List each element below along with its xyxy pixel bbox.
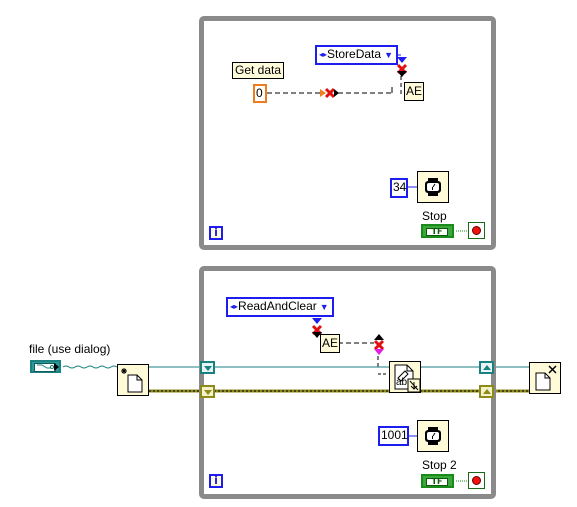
open-create-file-function[interactable]: [117, 364, 149, 396]
open-create-file-icon: [121, 368, 143, 393]
increment-arrows-icon: ◂▸: [230, 302, 239, 311]
loop-condition-terminal-bottom[interactable]: [468, 472, 485, 489]
wire-path[interactable]: [62, 365, 118, 369]
enum-value: ReadAndClear: [238, 299, 317, 313]
stop-2-boolean-control[interactable]: TF: [421, 474, 454, 488]
write-text-label: ab: [396, 377, 408, 388]
shift-register-right-error[interactable]: [479, 385, 494, 398]
broken-wire-icon: [324, 87, 339, 99]
ae-subvi-top[interactable]: AE: [404, 82, 425, 101]
broken-terminal-magenta-icon: [373, 334, 385, 355]
stop-label: Stop: [422, 209, 447, 223]
dropdown-arrow-icon[interactable]: ▼: [384, 50, 393, 60]
iteration-terminal-bottom: i: [209, 474, 223, 488]
path-icon: [37, 364, 54, 369]
wait-ms-icon: [425, 427, 441, 445]
tf-indicator: TF: [426, 478, 448, 486]
write-text-file-function[interactable]: ab: [389, 361, 421, 393]
file-control-label: file (use dialog): [29, 342, 111, 356]
enum-value: StoreData: [327, 47, 382, 61]
stop-boolean-control[interactable]: TF: [421, 224, 454, 238]
output-arrow-icon: [54, 363, 59, 371]
dropdown-arrow-icon[interactable]: ▼: [320, 302, 329, 312]
wait-ms-function-bottom[interactable]: [417, 420, 449, 452]
get-data-label: Get data: [232, 62, 285, 79]
shift-register-left-error[interactable]: [200, 385, 215, 398]
stop-if-true-icon: [472, 476, 481, 485]
ae-subvi-bottom[interactable]: AE: [320, 334, 341, 353]
shift-register-right-refnum[interactable]: [479, 361, 494, 374]
wait-ms-function-top[interactable]: [417, 171, 449, 203]
file-path-control[interactable]: [30, 360, 61, 373]
shift-register-left-refnum[interactable]: [200, 361, 215, 374]
close-file-icon: [535, 365, 557, 391]
stop-if-true-icon: [472, 226, 481, 235]
iteration-terminal-top: i: [209, 226, 223, 240]
tf-indicator: TF: [426, 228, 448, 236]
wait-ms-constant-bottom[interactable]: 1001: [378, 426, 409, 446]
close-file-function[interactable]: [529, 362, 561, 394]
enum-terminal-arrow-icon: [396, 57, 408, 77]
wait-ms-constant-top[interactable]: 34: [390, 178, 408, 198]
enum-constant-storedata[interactable]: ◂▸StoreData ▼: [315, 45, 398, 65]
enum-constant-readandclear[interactable]: ◂▸ReadAndClear ▼: [226, 297, 334, 317]
increment-arrows-icon: ◂▸: [319, 50, 328, 59]
wait-ms-icon: [425, 178, 441, 196]
stop-2-label: Stop 2: [422, 458, 457, 472]
numeric-constant-zero[interactable]: 0: [253, 84, 267, 103]
loop-condition-terminal-top[interactable]: [468, 222, 485, 239]
